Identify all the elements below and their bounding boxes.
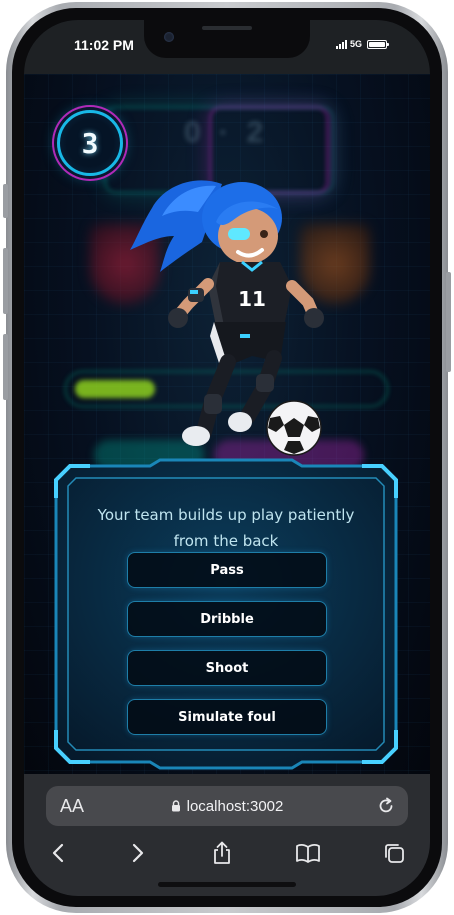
status-bar: 11:02 PM 5G bbox=[24, 20, 430, 74]
back-icon bbox=[52, 843, 64, 863]
status-indicators: 5G bbox=[336, 39, 390, 49]
question-panel: Your team builds up play patiently from … bbox=[50, 458, 402, 770]
reload-icon[interactable] bbox=[376, 796, 396, 816]
forward-icon bbox=[132, 843, 144, 863]
status-time: 11:02 PM bbox=[74, 37, 134, 53]
forward-button[interactable] bbox=[124, 840, 152, 866]
back-button[interactable] bbox=[44, 840, 72, 866]
url-display: localhost:3002 bbox=[46, 786, 408, 826]
game-area: 0·2 3 11 Your team builds up play patien… bbox=[24, 74, 430, 774]
tabs-button[interactable] bbox=[380, 840, 408, 866]
tabs-icon bbox=[385, 844, 404, 863]
volume-up-button bbox=[3, 248, 8, 314]
blurred-score: 0·2 bbox=[184, 116, 282, 149]
lock-icon bbox=[171, 800, 180, 812]
power-button bbox=[446, 272, 451, 372]
answer-button-dribble[interactable]: Dribble bbox=[127, 601, 327, 637]
bookmarks-icon bbox=[296, 844, 320, 863]
round-number: 3 bbox=[81, 126, 99, 160]
signal-icon bbox=[336, 39, 347, 49]
screen: 11:02 PM 5G 0·2 3 11 Your team builds up… bbox=[24, 20, 430, 896]
address-bar[interactable]: AA localhost:3002 bbox=[46, 786, 408, 826]
svg-text:11: 11 bbox=[238, 287, 266, 311]
share-button[interactable] bbox=[208, 840, 236, 866]
bookmarks-button[interactable] bbox=[294, 840, 322, 866]
answer-button-simulate-foul[interactable]: Simulate foul bbox=[127, 699, 327, 735]
question-text: Your team builds up play patiently from … bbox=[97, 506, 355, 550]
volume-down-button bbox=[3, 334, 8, 400]
camera-icon bbox=[164, 32, 174, 42]
share-icon bbox=[214, 841, 230, 864]
round-badge: 3 bbox=[57, 110, 123, 176]
mute-switch bbox=[3, 184, 8, 218]
home-indicator[interactable] bbox=[158, 882, 296, 887]
answer-button-pass[interactable]: Pass bbox=[127, 552, 327, 588]
battery-icon bbox=[367, 39, 390, 49]
network-type: 5G bbox=[350, 39, 363, 49]
answer-button-shoot[interactable]: Shoot bbox=[127, 650, 327, 686]
soccer-player-illustration: 11 bbox=[130, 180, 324, 456]
url-text: localhost:3002 bbox=[186, 797, 284, 815]
notch bbox=[144, 20, 310, 58]
speaker-grille bbox=[202, 26, 252, 30]
browser-toolbar: AA localhost:3002 bbox=[24, 774, 430, 896]
